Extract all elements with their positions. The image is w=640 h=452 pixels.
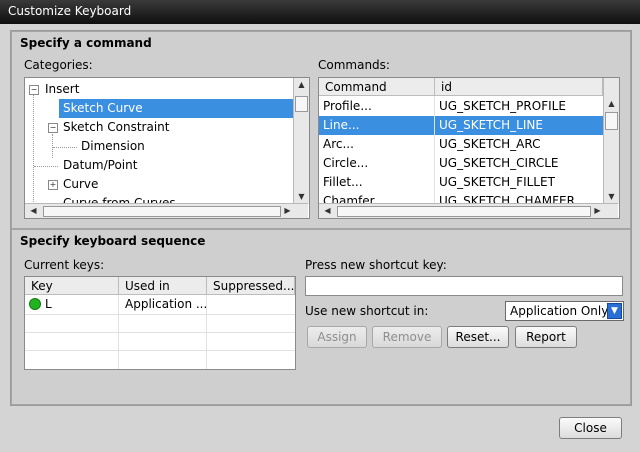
tree-item-label: Dimension — [81, 139, 145, 153]
command-row[interactable]: Chamfer... UG_SKETCH_CHAMFER — [319, 192, 603, 203]
commands-label: Commands: — [318, 58, 390, 72]
use-in-value: Application Only — [510, 304, 609, 318]
use-in-select[interactable]: Application Only ▼ — [505, 301, 624, 321]
scroll-thumb[interactable] — [43, 206, 281, 217]
command-row[interactable]: Circle... UG_SKETCH_CIRCLE — [319, 154, 603, 173]
command-id: UG_SKETCH_FILLET — [439, 175, 555, 189]
tree-item-dimension[interactable]: Dimension — [25, 137, 293, 156]
column-divider — [206, 295, 207, 369]
column-header-command[interactable]: Command — [319, 78, 435, 96]
title-bar[interactable]: Customize Keyboard — [0, 0, 640, 24]
column-header-key[interactable]: Key — [25, 277, 119, 295]
reset-button[interactable]: Reset... — [447, 326, 509, 348]
collapse-icon[interactable]: − — [29, 85, 39, 95]
scroll-right-icon[interactable]: ▶ — [281, 205, 294, 217]
command-id: UG_SKETCH_CIRCLE — [439, 156, 559, 170]
specify-command-group: Specify a command Categories: − Insert S… — [11, 31, 631, 229]
command-name: Circle... — [323, 156, 369, 170]
keyboard-sequence-group: Specify keyboard sequence Current keys: … — [11, 229, 631, 405]
current-keys-label: Current keys: — [24, 258, 105, 272]
key-value: L — [45, 297, 52, 311]
categories-label: Categories: — [24, 58, 93, 72]
expand-icon[interactable]: + — [48, 180, 58, 190]
key-row[interactable]: L Application ... — [25, 295, 295, 314]
command-row[interactable]: Profile... UG_SKETCH_PROFILE — [319, 97, 603, 116]
command-name: Arc... — [323, 137, 354, 151]
scroll-up-icon[interactable]: ▲ — [295, 79, 308, 91]
tree-item-sketch-curve[interactable]: Sketch Curve — [59, 99, 293, 118]
remove-button[interactable]: Remove — [372, 326, 442, 348]
column-header-used-in[interactable]: Used in — [119, 277, 207, 295]
tree-guide — [34, 166, 58, 167]
report-button[interactable]: Report — [515, 326, 577, 348]
tree-item-label: Sketch Constraint — [63, 120, 170, 134]
command-name: Line... — [323, 118, 360, 132]
command-name: Profile... — [323, 99, 372, 113]
tree-item-sketch-constraint[interactable]: − Sketch Constraint — [25, 118, 293, 137]
shortcut-key-input[interactable] — [305, 276, 623, 296]
customize-keyboard-dialog: Customize Keyboard Specify a command Cat… — [0, 0, 640, 452]
tree-item-label: Insert — [45, 82, 80, 96]
tree-item-insert[interactable]: − Insert — [25, 80, 293, 99]
scroll-down-icon[interactable]: ▼ — [295, 191, 308, 203]
scroll-thumb[interactable] — [295, 96, 308, 112]
press-shortcut-label: Press new shortcut key: — [305, 258, 447, 272]
tree-item-label: Datum/Point — [63, 158, 138, 172]
use-shortcut-in-label: Use new shortcut in: — [305, 304, 429, 318]
assign-button[interactable]: Assign — [307, 326, 367, 348]
row-divider — [25, 350, 295, 351]
scroll-down-icon[interactable]: ▼ — [605, 191, 618, 203]
tree-item-label: Curve — [63, 177, 99, 191]
commands-horizontal-scrollbar[interactable]: ◀ ▶ — [319, 203, 618, 218]
command-row[interactable]: Arc... UG_SKETCH_ARC — [319, 135, 603, 154]
command-name: Fillet... — [323, 175, 363, 189]
column-header-id[interactable]: id — [435, 78, 603, 96]
command-name: Chamfer... — [323, 194, 385, 203]
commands-table[interactable]: Command id Profile... UG_SKETCH_PROFILE … — [318, 77, 620, 219]
command-id: UG_SKETCH_PROFILE — [439, 99, 566, 113]
tree-guide — [53, 147, 77, 148]
categories-vertical-scrollbar[interactable]: ▲ ▼ — [293, 78, 309, 204]
scroll-thumb[interactable] — [337, 206, 591, 217]
commands-vertical-scrollbar[interactable]: ▲ ▼ — [603, 78, 619, 204]
scroll-right-icon[interactable]: ▶ — [591, 205, 604, 217]
dialog-body: Specify a command Categories: − Insert S… — [10, 30, 632, 406]
row-divider — [25, 332, 295, 333]
categories-tree[interactable]: − Insert Sketch Curve − Sketch Constrain… — [24, 77, 310, 219]
specify-command-title: Specify a command — [20, 36, 152, 50]
categories-horizontal-scrollbar[interactable]: ◀ ▶ — [25, 203, 308, 218]
column-divider — [434, 96, 435, 204]
window-title: Customize Keyboard — [8, 4, 132, 18]
keyboard-sequence-title: Specify keyboard sequence — [20, 234, 206, 248]
command-id: UG_SKETCH_ARC — [439, 137, 541, 151]
tree-item-curve[interactable]: + Curve — [25, 175, 293, 194]
command-row-selected[interactable]: Line... UG_SKETCH_LINE — [319, 116, 603, 135]
command-row[interactable]: Fillet... UG_SKETCH_FILLET — [319, 173, 603, 192]
scroll-left-icon[interactable]: ◀ — [321, 205, 334, 217]
current-keys-table[interactable]: Key Used in Suppressed... L Application … — [24, 276, 296, 370]
scroll-left-icon[interactable]: ◀ — [27, 205, 40, 217]
status-ok-icon — [29, 298, 41, 310]
close-button[interactable]: Close — [559, 417, 622, 439]
key-used-in: Application ... — [125, 297, 207, 311]
tree-item-datum-point[interactable]: Datum/Point — [25, 156, 293, 175]
tree-item-label: Sketch Curve — [63, 101, 143, 115]
column-divider — [118, 295, 119, 369]
column-header-suppressed[interactable]: Suppressed... — [207, 277, 295, 295]
command-id: UG_SKETCH_CHAMFER — [439, 194, 575, 203]
collapse-icon[interactable]: − — [48, 123, 58, 133]
command-id: UG_SKETCH_LINE — [439, 118, 543, 132]
row-divider — [25, 314, 295, 315]
key-suppressed — [209, 295, 295, 314]
scroll-up-icon[interactable]: ▲ — [605, 98, 618, 110]
scroll-thumb[interactable] — [605, 112, 618, 130]
chevron-down-icon[interactable]: ▼ — [607, 303, 622, 319]
